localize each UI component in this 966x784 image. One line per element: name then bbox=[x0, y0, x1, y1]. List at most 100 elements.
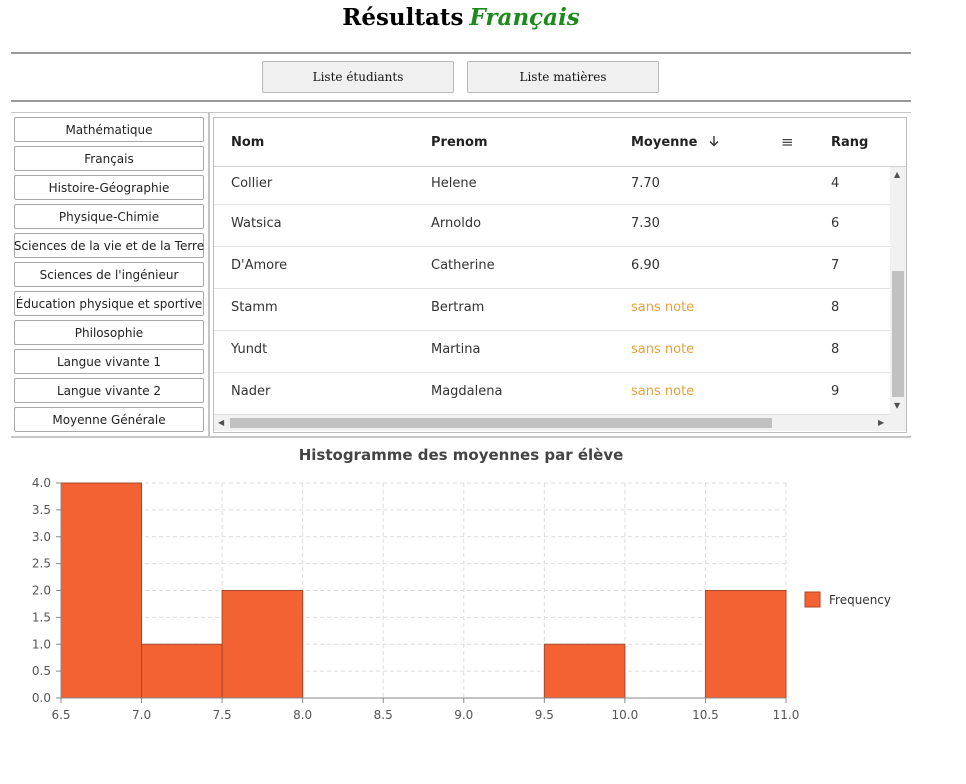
chart-title: Histogramme des moyennes par élève bbox=[299, 446, 624, 464]
cell-prenom: Arnoldo bbox=[431, 216, 482, 231]
y-tick-label: 0.5 bbox=[32, 664, 51, 678]
cell-moyenne: 6.90 bbox=[631, 258, 660, 273]
cell-prenom: Catherine bbox=[431, 258, 495, 273]
x-tick-label: 9.0 bbox=[454, 708, 473, 722]
column-header-moyenne[interactable]: Moyenne bbox=[631, 135, 720, 150]
scrollbar-corner bbox=[890, 415, 906, 431]
x-tick-label: 10.0 bbox=[612, 708, 639, 722]
cell-rang: 4 bbox=[831, 176, 840, 191]
x-tick-label: 7.5 bbox=[213, 708, 232, 722]
subject-button-physique-chimie[interactable]: Physique-Chimie bbox=[14, 204, 204, 229]
cell-moyenne: sans note bbox=[631, 342, 695, 357]
histogram-bar bbox=[221, 590, 304, 699]
cell-rang: 6 bbox=[831, 216, 840, 231]
nav-divider bbox=[11, 100, 911, 102]
cell-nom: Nader bbox=[231, 384, 271, 399]
histogram-svg: Histogramme des moyennes par élève 0.0 0.… bbox=[32, 446, 891, 722]
subject-button-langue-vivante-2[interactable]: Langue vivante 2 bbox=[14, 378, 204, 403]
y-tick-label: 2.5 bbox=[32, 557, 51, 571]
histogram-bar bbox=[60, 482, 143, 699]
cell-moyenne: 7.30 bbox=[631, 216, 660, 231]
cell-nom: Watsica bbox=[231, 216, 282, 231]
arrow-down-icon bbox=[709, 136, 719, 147]
subject-button-moyenne-generale[interactable]: Moyenne Générale bbox=[14, 407, 204, 432]
horizontal-scroll-thumb[interactable] bbox=[230, 418, 772, 428]
y-tick-label: 4.0 bbox=[32, 476, 51, 490]
x-tick-label: 9.5 bbox=[535, 708, 554, 722]
subject-button-sciences-ingenieur[interactable]: Sciences de l'ingénieur bbox=[14, 262, 204, 287]
y-tick-label: 0.0 bbox=[32, 691, 51, 705]
column-header-nom[interactable]: Nom bbox=[231, 135, 264, 150]
table-row[interactable]: D'Amore Catherine 6.90 7 bbox=[214, 247, 890, 289]
subject-button-histoire-geographie[interactable]: Histoire-Géographie bbox=[14, 175, 204, 200]
y-tick-label: 3.5 bbox=[32, 503, 51, 517]
subject-button-eps[interactable]: Éducation physique et sportive bbox=[14, 291, 204, 316]
legend-swatch bbox=[804, 591, 821, 608]
subject-list: Mathématique Français Histoire-Géographi… bbox=[14, 117, 204, 436]
table-header: Nom Prenom Moyenne ≡ Rang bbox=[214, 118, 906, 167]
legend-label: Frequency bbox=[829, 593, 891, 607]
table-row[interactable]: Nader Magdalena sans note 9 bbox=[214, 373, 890, 415]
scroll-down-arrow-icon[interactable]: ▼ bbox=[894, 401, 900, 410]
cell-nom: D'Amore bbox=[231, 258, 288, 273]
table-row[interactable]: Yundt Martina sans note 8 bbox=[214, 331, 890, 373]
x-tick-label: 6.5 bbox=[51, 708, 70, 722]
histogram-bar bbox=[141, 643, 223, 699]
cell-moyenne: sans note bbox=[631, 300, 695, 315]
y-tick-label: 2.0 bbox=[32, 584, 51, 598]
hamburger-menu-icon[interactable]: ≡ bbox=[781, 133, 794, 151]
content-top-divider bbox=[11, 112, 911, 113]
y-tick-label: 1.5 bbox=[32, 610, 51, 624]
cell-nom: Stamm bbox=[231, 300, 278, 315]
column-header-rang[interactable]: Rang bbox=[831, 135, 868, 150]
chart-divider bbox=[11, 436, 911, 438]
cell-nom: Collier bbox=[231, 176, 273, 191]
histogram-bar bbox=[704, 590, 787, 699]
page-title: Résultats Français bbox=[0, 4, 922, 31]
subject-button-langue-vivante-1[interactable]: Langue vivante 1 bbox=[14, 349, 204, 374]
x-tick-label: 8.5 bbox=[374, 708, 393, 722]
cell-prenom: Helene bbox=[431, 176, 477, 191]
x-tick-label: 7.0 bbox=[132, 708, 151, 722]
title-prefix: Résultats bbox=[342, 4, 464, 31]
column-header-moyenne-label: Moyenne bbox=[631, 135, 698, 150]
cell-rang: 8 bbox=[831, 342, 840, 357]
cell-moyenne: sans note bbox=[631, 384, 695, 399]
histogram-bar bbox=[543, 643, 626, 699]
vertical-scrollbar[interactable]: ▲ ▼ bbox=[890, 167, 906, 415]
scroll-up-arrow-icon[interactable]: ▲ bbox=[894, 170, 900, 179]
subject-button-francais[interactable]: Français bbox=[14, 146, 204, 171]
x-tick-label: 11.0 bbox=[773, 708, 800, 722]
cell-prenom: Magdalena bbox=[431, 384, 503, 399]
y-tick-label: 1.0 bbox=[32, 637, 51, 651]
scroll-right-arrow-icon[interactable]: ▶ bbox=[878, 418, 884, 427]
top-divider bbox=[11, 52, 911, 54]
histogram-chart: Histogramme des moyennes par élève 0.0 0.… bbox=[0, 440, 966, 780]
subject-button-philosophie[interactable]: Philosophie bbox=[14, 320, 204, 345]
cell-rang: 8 bbox=[831, 300, 840, 315]
student-list-button[interactable]: Liste étudiants bbox=[262, 61, 454, 93]
chart-legend: Frequency bbox=[804, 591, 891, 608]
cell-prenom: Martina bbox=[431, 342, 481, 357]
subject-button-mathematique[interactable]: Mathématique bbox=[14, 117, 204, 142]
subject-button-svt[interactable]: Sciences de la vie et de la Terre bbox=[14, 233, 204, 258]
x-tick-label: 8.0 bbox=[293, 708, 312, 722]
vertical-divider bbox=[208, 113, 210, 437]
cell-nom: Yundt bbox=[231, 342, 268, 357]
cell-moyenne: 7.70 bbox=[631, 176, 660, 191]
scroll-left-arrow-icon[interactable]: ◀ bbox=[218, 418, 224, 427]
table-row[interactable]: Collier Helene 7.70 4 bbox=[214, 167, 890, 205]
results-table: Nom Prenom Moyenne ≡ Rang Collier Helene… bbox=[213, 117, 907, 433]
table-row[interactable]: Watsica Arnoldo 7.30 6 bbox=[214, 205, 890, 247]
horizontal-scrollbar[interactable]: ◀ ▶ bbox=[214, 415, 890, 431]
column-header-prenom[interactable]: Prenom bbox=[431, 135, 488, 150]
table-row[interactable]: Stamm Bertram sans note 8 bbox=[214, 289, 890, 331]
table-body: Collier Helene 7.70 4 Watsica Arnoldo 7.… bbox=[214, 167, 890, 415]
vertical-scroll-thumb[interactable] bbox=[892, 271, 904, 397]
cell-rang: 9 bbox=[831, 384, 840, 399]
subject-list-button[interactable]: Liste matières bbox=[467, 61, 659, 93]
title-subject: Français bbox=[469, 4, 580, 31]
x-tick-label: 10.5 bbox=[692, 708, 719, 722]
y-tick-label: 3.0 bbox=[32, 530, 51, 544]
cell-prenom: Bertram bbox=[431, 300, 485, 315]
